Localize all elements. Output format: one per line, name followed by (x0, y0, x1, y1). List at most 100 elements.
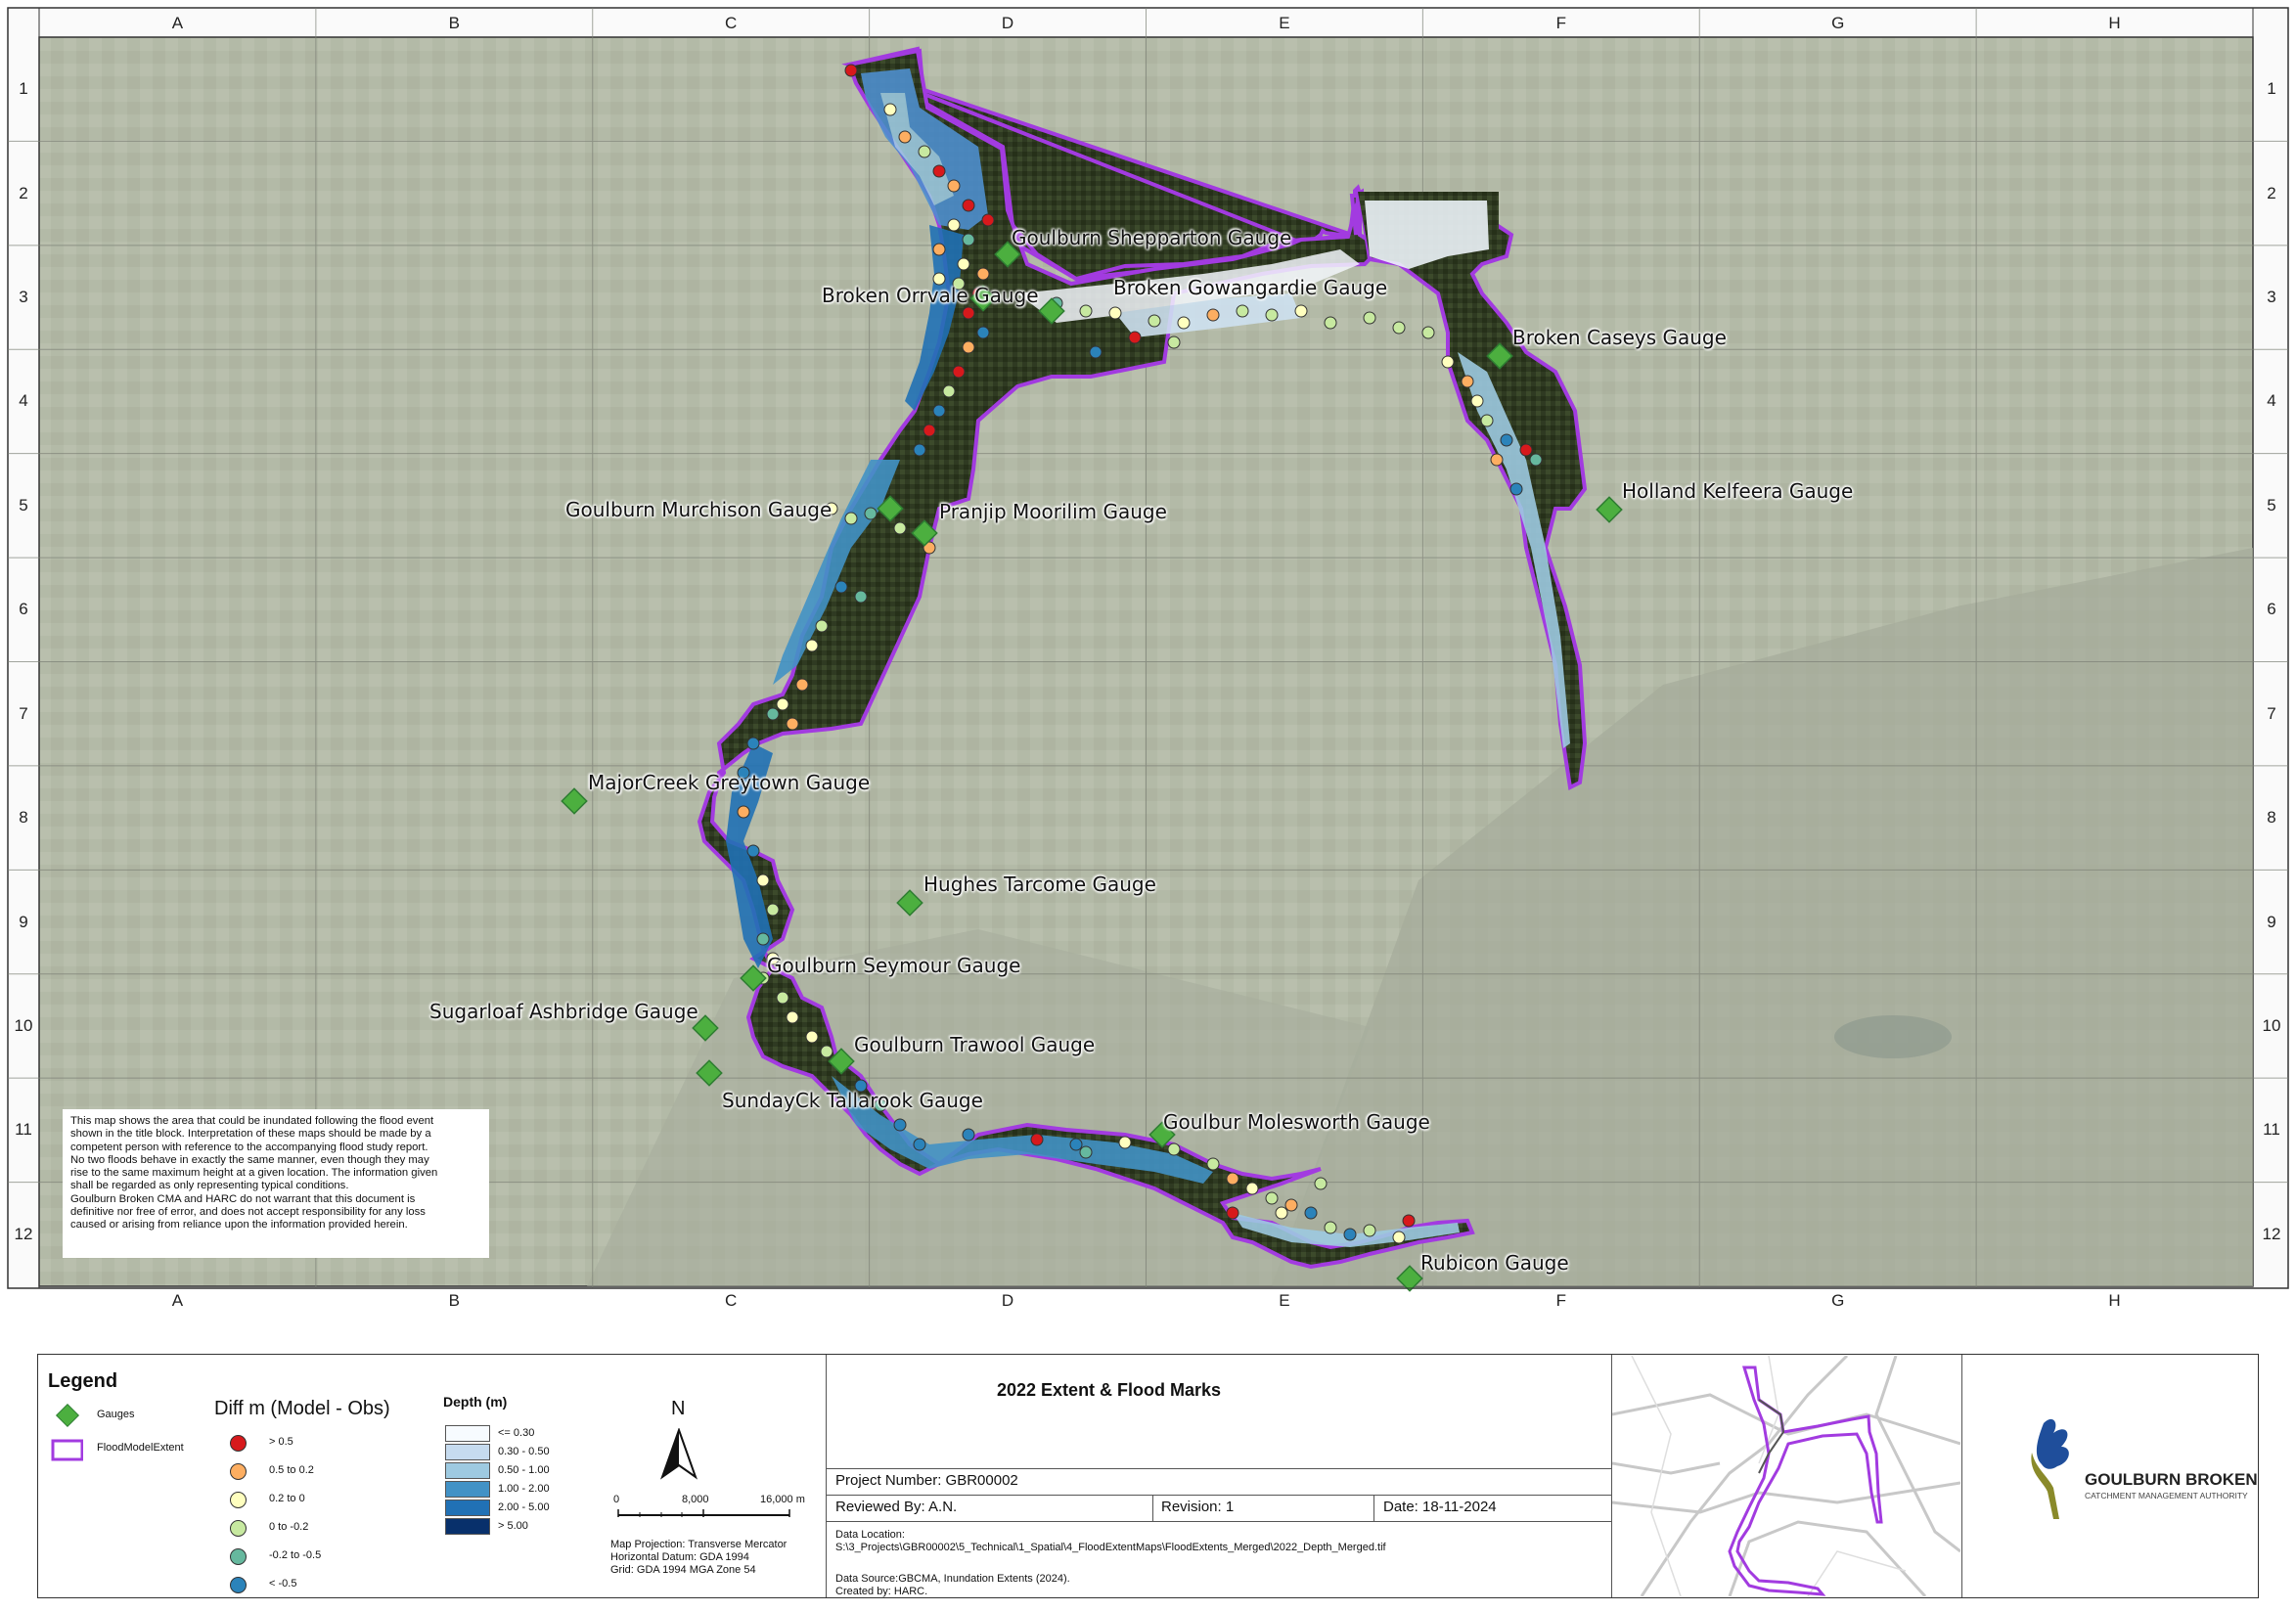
flood-mark-point (756, 932, 770, 946)
revision: Revision: 1 (1161, 1499, 1235, 1515)
flood-mark-point (976, 326, 990, 339)
flood-mark-point (746, 737, 760, 750)
flood-mark-point (1363, 311, 1376, 325)
flood-mark-point (1500, 433, 1513, 447)
gauge-label-goulbur-molesworth: Goulbur Molesworth Gauge (1163, 1110, 1430, 1134)
flood-mark-point (1128, 331, 1142, 344)
flood-mark-point (1294, 304, 1308, 318)
gauge-diamond-icon (55, 1404, 80, 1428)
grid-row-label: 1 (2267, 79, 2276, 99)
flood-mark-point (746, 844, 760, 858)
grid-column-label: B (448, 14, 460, 32)
gauge-label-broken-caseys: Broken Caseys Gauge (1512, 326, 1727, 349)
north-label: N (671, 1398, 686, 1419)
grid-row-label: 12 (14, 1224, 33, 1243)
disclaimer-line: competent person with reference to the a… (70, 1141, 428, 1153)
grid-column-label: E (1279, 1291, 1290, 1310)
grid-row-label: 7 (19, 703, 28, 723)
flood-mark-point (1069, 1138, 1083, 1151)
gauge-label-goulburn-shepparton: Goulburn Shepparton Gauge (1012, 226, 1292, 249)
gauge-label-sugarloaf-ashbridge: Sugarloaf Ashbridge Gauge (429, 1000, 698, 1023)
flood-mark-point (962, 233, 975, 246)
gauge-label-goulburn-seymour: Goulburn Seymour Gauge (767, 954, 1021, 977)
flood-mark-point (1148, 314, 1161, 328)
flood-mark-point (1324, 1221, 1337, 1234)
diff-class-label: 0.5 to 0.2 (269, 1464, 314, 1476)
grid-row-label: 2 (2267, 183, 2276, 202)
flood-mark-point (1079, 1145, 1093, 1159)
gauge-label-sundayck-tallarook: SundayCk Tallarook Gauge (722, 1089, 983, 1112)
flood-mark-point (1167, 1142, 1181, 1156)
diff-class-swatch (230, 1435, 247, 1452)
data-source: Data Source:GBCMA, Inundation Extents (2… (835, 1573, 1070, 1585)
flood-mark-point (952, 365, 966, 379)
flood-mark-point (1519, 443, 1533, 457)
grid-column-label: H (2108, 14, 2121, 32)
data-location-label: Data Location: (835, 1529, 905, 1541)
flood-mark-point (1108, 306, 1122, 320)
flood-mark-point (854, 590, 868, 604)
grid-row-label: 1 (19, 79, 28, 99)
overview-map (1612, 1356, 1960, 1596)
gauge-label-majorcreek-greytown: MajorCreek Greytown Gauge (588, 771, 871, 794)
gauge-label-pranjip-moorilim: Pranjip Moorilim Gauge (939, 500, 1167, 523)
grid-row-label: 8 (19, 808, 28, 828)
lake (1834, 1015, 1952, 1058)
extent-swatch-icon (51, 1439, 83, 1461)
flood-mark-point (776, 697, 789, 711)
grid-row-label: 12 (2262, 1224, 2281, 1243)
grid-column-label: H (2108, 1291, 2121, 1310)
diff-class-swatch (230, 1577, 247, 1593)
disclaimer-line: shown in the title block. Interpretation… (70, 1128, 431, 1141)
diff-class-swatch (230, 1463, 247, 1480)
projection-line: Map Projection: Transverse Mercator (610, 1539, 788, 1550)
flood-mark-point (766, 903, 780, 917)
flood-mark-point (1421, 326, 1435, 339)
flood-mark-point (976, 267, 990, 281)
flood-mark-point (962, 199, 975, 212)
depth-class-label: > 5.00 (498, 1520, 528, 1532)
diff-legend-title: Diff m (Model - Obs) (214, 1398, 390, 1419)
flood-mark-point (820, 1045, 833, 1058)
flood-mark-point (1509, 482, 1523, 496)
flood-mark-point (786, 717, 799, 731)
data-location-path: S:\3_Projects\GBR00002\5_Technical\1_Spa… (835, 1542, 1386, 1553)
depth-class-swatch (445, 1500, 490, 1516)
flood-mark-point (737, 805, 750, 819)
depth-class-label: <= 0.30 (498, 1427, 535, 1439)
diff-class-label: 0 to -0.2 (269, 1521, 309, 1533)
flood-mark-point (962, 1128, 975, 1142)
disclaimer-line: shall be regarded as only representing t… (70, 1180, 349, 1192)
diff-class-label: < -0.5 (269, 1578, 297, 1590)
flood-mark-point (918, 145, 931, 158)
gauge-label-hughes-tarcome: Hughes Tarcome Gauge (923, 873, 1156, 896)
flood-mark-point (1490, 453, 1504, 467)
grid-column-label: C (725, 14, 738, 32)
depth-class-swatch (445, 1518, 490, 1535)
disclaimer-line: rise to the same maximum height at a giv… (70, 1167, 438, 1180)
grid-row-label: 4 (19, 391, 28, 411)
flood-mark-point (1265, 308, 1279, 322)
grid-row-label: 5 (19, 495, 28, 515)
depth-class-swatch (445, 1425, 490, 1442)
grid-row-label: 3 (19, 288, 28, 307)
flood-mark-point (1167, 336, 1181, 349)
flood-mark-point (1529, 453, 1543, 467)
legend-heading: Legend (48, 1370, 118, 1392)
flood-mark-point (1470, 394, 1484, 408)
flood-mark-point (834, 580, 848, 594)
flood-mark-point (1030, 1133, 1044, 1146)
legend-symbols (51, 1404, 83, 1461)
flood-mark-point (898, 130, 912, 144)
diff-class-label: > 0.5 (269, 1436, 293, 1448)
grid-column-label: B (448, 1291, 460, 1310)
flood-mark-point (1226, 1206, 1239, 1220)
grid-column-label: D (1001, 1291, 1014, 1310)
grid-row-label: 10 (14, 1015, 33, 1035)
diff-class-swatch (230, 1492, 247, 1508)
depth-class-label: 2.00 - 5.00 (498, 1501, 550, 1513)
project-number: Project Number: GBR00002 (835, 1472, 1018, 1489)
flood-mark-point (1461, 375, 1474, 388)
grid-row-label: 11 (15, 1120, 32, 1140)
flood-mark-point (776, 991, 789, 1005)
